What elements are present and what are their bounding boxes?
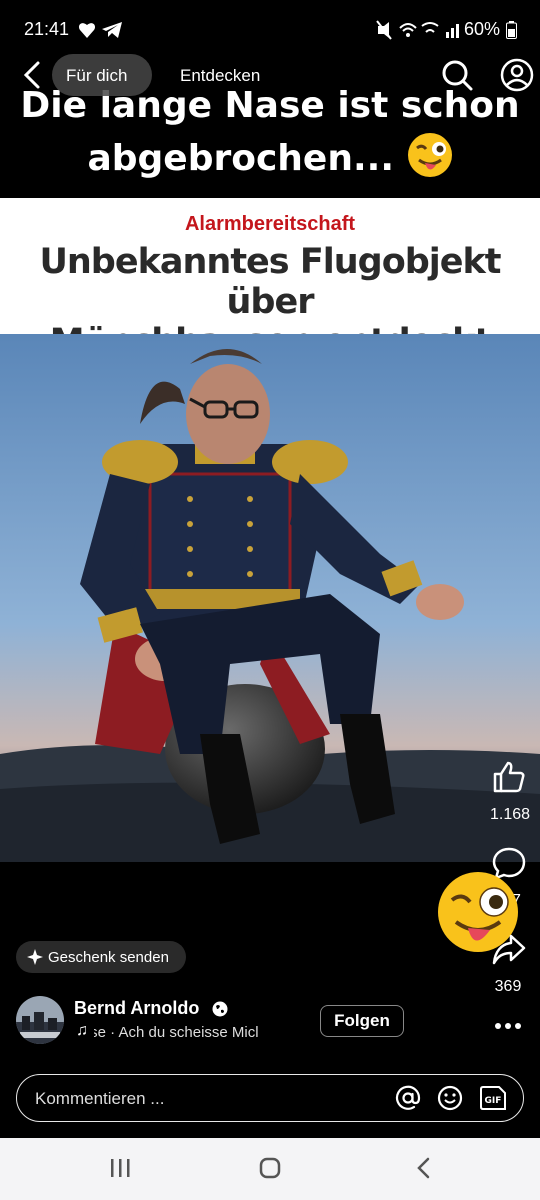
more-options-icon[interactable] [494,1016,522,1036]
news-panel: Alarmbereitschaft Unbekanntes Flugobjekt… [0,198,540,362]
comment-placeholder: Kommentieren ... [35,1089,165,1108]
status-bar: 21:41 60% [0,0,540,56]
status-time: 21:41 [24,19,70,39]
comment-input[interactable]: Kommentieren ... GIF [16,1074,524,1122]
recents-icon[interactable] [108,1157,132,1179]
signal-wifi-icons [376,20,459,40]
tab-fuer-dich[interactable]: Für dich [66,66,127,86]
send-gift-label: Geschenk senden [48,949,169,966]
battery-icon [506,21,517,39]
gift-sparkle-icon [27,949,43,965]
music-track-text: ıse · Ach du scheisse Micl [94,1024,259,1041]
search-icon[interactable] [440,58,474,92]
back-arrow-icon[interactable] [20,60,44,90]
post-image[interactable] [0,334,540,862]
system-navigation-bar [0,1138,540,1200]
battery-percent: 60% [464,19,501,39]
news-kicker: Alarmbereitschaft [184,213,356,235]
like-thumb-icon[interactable] [492,760,526,794]
share-count: 369 [494,978,522,995]
share-arrow-icon[interactable] [492,932,526,966]
like-count: 1.168 [489,806,531,823]
globe-icon [212,1001,228,1017]
avatar[interactable] [16,996,64,1044]
heart-telegram-icon [78,22,122,38]
nav-back-icon[interactable] [414,1156,434,1180]
profile-icon[interactable] [500,58,534,92]
gif-icon[interactable]: GIF [479,1085,507,1111]
svg-text:GIF: GIF [485,1096,502,1106]
winking-tongue-emoji-icon [407,133,452,177]
home-icon[interactable] [258,1156,282,1180]
emoji-smiley-icon[interactable] [437,1085,463,1111]
follow-button[interactable]: Folgen [320,1005,404,1037]
send-gift-button[interactable]: Geschenk senden [16,941,186,973]
music-note-icon: ♫ [76,1022,88,1039]
mention-at-icon[interactable] [395,1085,421,1111]
author-name[interactable]: Bernd Arnoldo [74,998,199,1019]
music-track[interactable]: ıse · Ach du scheisse Micl [94,1024,300,1044]
news-headline-line1: Unbekanntes Flugobjekt über [39,242,501,322]
tab-entdecken[interactable]: Entdecken [180,66,260,86]
